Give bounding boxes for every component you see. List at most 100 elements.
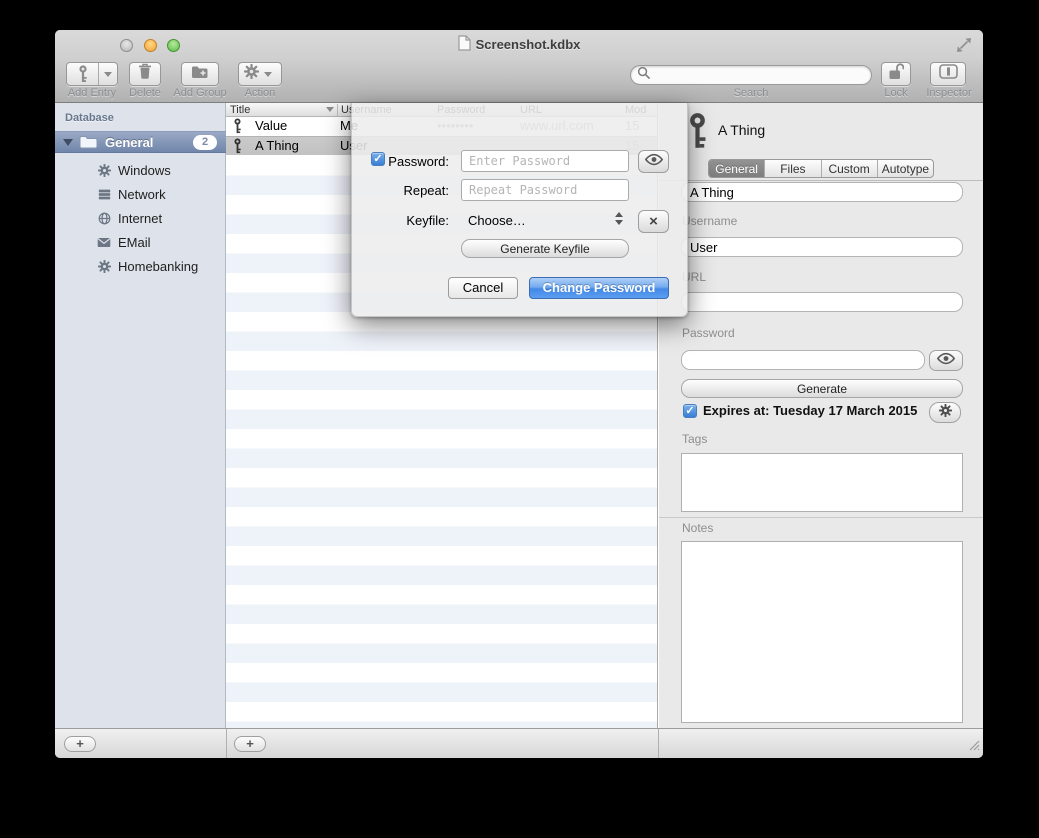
search-input[interactable] (654, 68, 854, 82)
expires-row: ✓ Expires at: Tuesday 17 March 2015 (683, 403, 917, 418)
padlock-open-icon (888, 62, 904, 86)
fullscreen-icon[interactable] (955, 36, 973, 59)
tab-general[interactable]: General (709, 160, 765, 177)
expires-settings-button[interactable] (929, 402, 961, 423)
trash-icon (138, 63, 152, 85)
url-field[interactable] (681, 292, 963, 312)
disclosure-triangle-icon[interactable] (63, 139, 73, 146)
entry-count-badge: 2 (193, 135, 217, 150)
dialog-password-input[interactable] (461, 150, 629, 172)
column-divider[interactable] (337, 104, 338, 116)
sidebar: Database General 2 Windows Network Inter… (55, 103, 226, 728)
eye-icon (936, 352, 956, 370)
window-title: Screenshot.kdbx (55, 30, 983, 58)
change-password-button[interactable]: Change Password (529, 277, 669, 299)
window-chrome: Screenshot.kdbx Add Entry Delete Add Gro… (55, 30, 983, 103)
envelope-icon (95, 237, 113, 248)
password-label: Password (682, 326, 735, 340)
show-password-button[interactable] (929, 350, 963, 371)
keyfile-popup-value[interactable]: Choose… (468, 213, 526, 228)
delete-button[interactable] (129, 62, 161, 86)
section-divider (659, 517, 983, 518)
add-entry-label: Add Entry (66, 87, 118, 99)
lock-label: Lock (881, 87, 911, 99)
sidebar-item-windows[interactable]: Windows (55, 158, 226, 182)
desktop: Screenshot.kdbx Add Entry Delete Add Gro… (0, 0, 1039, 838)
key-icon (687, 112, 708, 155)
sidebar-item-homebanking[interactable]: Homebanking (55, 254, 226, 278)
add-group-label: Add Group (169, 87, 231, 99)
sidebar-group-general[interactable]: General 2 (55, 131, 226, 153)
search-label: Search (630, 87, 872, 99)
tags-input[interactable] (681, 453, 963, 512)
clear-keyfile-button[interactable]: × (638, 210, 669, 233)
notes-label: Notes (682, 521, 713, 535)
notes-input[interactable] (681, 541, 963, 723)
cell-title: Value (255, 118, 287, 133)
sidebar-item-network[interactable]: Network (55, 182, 226, 206)
toolbar: Add Entry Delete Add Group Action (55, 58, 983, 103)
tab-custom[interactable]: Custom (822, 160, 878, 177)
delete-label: Delete (121, 87, 169, 99)
folder-icon (79, 135, 98, 149)
titlebar: Screenshot.kdbx (55, 30, 983, 58)
show-password-button[interactable] (638, 150, 669, 173)
generate-keyfile-button[interactable]: Generate Keyfile (461, 239, 629, 258)
resize-grip[interactable] (966, 737, 980, 756)
footer-divider (658, 729, 659, 758)
app-window: Screenshot.kdbx Add Entry Delete Add Gro… (55, 30, 983, 758)
tab-files[interactable]: Files (765, 160, 821, 177)
password-field[interactable] (681, 350, 925, 370)
add-group-footer-button[interactable]: + (64, 736, 96, 752)
sidebar-item-label: Internet (118, 211, 162, 226)
folder-add-icon (191, 65, 209, 84)
gear-icon (244, 64, 259, 84)
server-icon (95, 188, 113, 201)
sidebar-section-header: Database (65, 112, 114, 124)
eye-icon (644, 153, 664, 171)
generate-password-button[interactable]: Generate (681, 379, 963, 398)
sidebar-group-label: General (105, 135, 153, 150)
sidebar-item-internet[interactable]: Internet (55, 206, 226, 230)
gear-icon (95, 260, 113, 273)
expires-label: Expires at: Tuesday 17 March 2015 (703, 403, 917, 418)
inspector-entry-title: A Thing (718, 122, 765, 138)
gear-icon (95, 164, 113, 177)
inspector-header: A Thing General Files Custom Autotype (659, 103, 983, 181)
column-header-title[interactable]: Title (230, 104, 250, 116)
inspector-tabs: General Files Custom Autotype (708, 159, 934, 178)
split-divider (98, 63, 99, 85)
sidebar-item-email[interactable]: EMail (55, 230, 226, 254)
chevron-down-icon (264, 72, 272, 77)
inspector-icon (939, 64, 958, 84)
dialog-repeat-input[interactable] (461, 179, 629, 201)
sidebar-item-label: EMail (118, 235, 151, 250)
title-field[interactable] (681, 182, 963, 202)
sort-descending-icon (326, 107, 334, 112)
sidebar-item-label: Network (118, 187, 166, 202)
footer-bar: + + (55, 728, 983, 758)
window-title-text: Screenshot.kdbx (476, 37, 581, 52)
footer-divider (226, 729, 227, 758)
add-entry-button[interactable] (66, 62, 118, 86)
tab-autotype[interactable]: Autotype (878, 160, 933, 177)
gear-icon (939, 404, 952, 422)
close-icon: × (649, 214, 658, 229)
search-field[interactable] (630, 65, 872, 85)
popup-stepper-icon[interactable] (615, 212, 624, 226)
add-group-button[interactable] (181, 62, 219, 86)
magnifier-icon (637, 66, 650, 84)
expires-checkbox[interactable]: ✓ (683, 404, 697, 418)
sidebar-item-label: Homebanking (118, 259, 198, 274)
key-icon (67, 65, 98, 83)
username-field[interactable] (681, 237, 963, 257)
action-button[interactable] (238, 62, 282, 86)
inspector-button[interactable] (930, 62, 966, 86)
chevron-down-icon (104, 72, 112, 77)
document-icon (458, 35, 471, 54)
cancel-button[interactable]: Cancel (448, 277, 518, 299)
dialog-password-label: Password: (362, 154, 449, 169)
add-entry-footer-button[interactable]: + (234, 736, 266, 752)
lock-button[interactable] (881, 62, 911, 86)
change-password-dialog: ✓ Password: Repeat: Keyfile: Choose… × G… (351, 103, 688, 317)
